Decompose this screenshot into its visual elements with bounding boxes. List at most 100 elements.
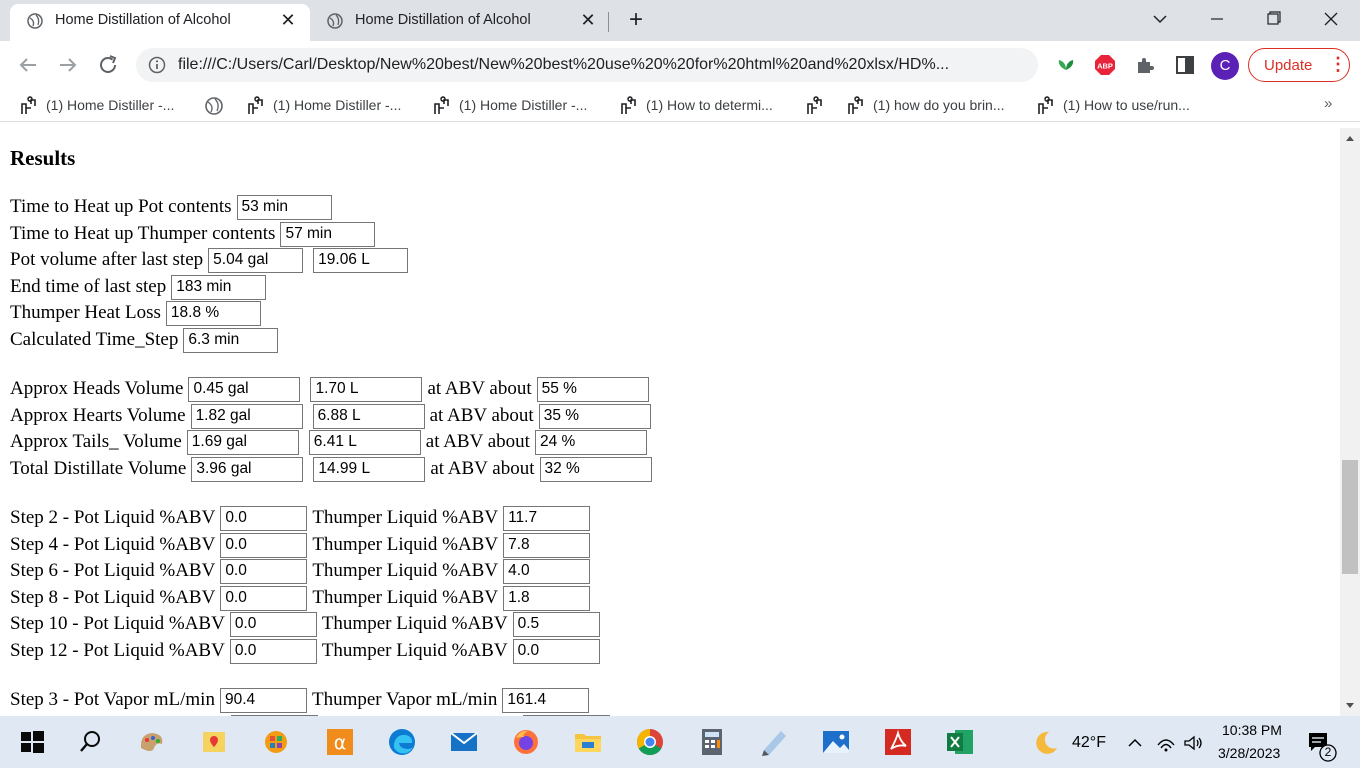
liquid-step-row: Step 2 - Pot Liquid %ABV 0.0 Thumper Liq… <box>10 505 595 531</box>
mail-icon[interactable] <box>446 724 482 760</box>
maps-icon[interactable] <box>196 724 232 760</box>
chrome-icon[interactable] <box>632 724 668 760</box>
heads-liters-field[interactable]: 1.70 L <box>310 376 423 402</box>
vapor-step-row: Step 3 - Pot Vapor mL/min 90.4 Thumper V… <box>10 687 594 713</box>
pot-abv-field[interactable]: 0.0 <box>220 585 308 611</box>
scroll-up-arrow-icon[interactable] <box>1346 136 1354 141</box>
chevron-up-icon[interactable] <box>1124 733 1146 753</box>
reload-icon[interactable] <box>94 51 122 79</box>
globe-icon <box>327 13 343 29</box>
minimize-icon[interactable] <box>1202 6 1232 32</box>
time-step-field[interactable]: 6.3 min <box>183 327 279 353</box>
update-button[interactable]: Update ⋮ <box>1248 48 1350 82</box>
extensions-puzzle-icon[interactable] <box>1134 54 1156 76</box>
side-panel-icon[interactable] <box>1174 54 1196 76</box>
thumper-abv-field[interactable]: 4.0 <box>503 558 591 584</box>
profile-avatar[interactable]: C <box>1211 52 1239 80</box>
distiller-icon <box>434 96 449 114</box>
thumper-abv-field[interactable]: 11.7 <box>503 505 591 531</box>
tails-abv-field[interactable]: 24 % <box>534 429 647 455</box>
extension-leaf-icon[interactable] <box>1055 54 1077 76</box>
games-icon[interactable] <box>258 724 294 760</box>
photos-icon[interactable] <box>818 724 854 760</box>
restore-icon[interactable] <box>1258 6 1288 32</box>
heat-thumper-time-field[interactable]: 57 min <box>280 221 376 247</box>
paint-icon[interactable] <box>134 724 170 760</box>
pot-volume-gal-field[interactable]: 5.04 gal <box>208 247 304 273</box>
pot-abv-field[interactable]: 0.0 <box>229 638 317 664</box>
notepad-icon[interactable] <box>756 724 792 760</box>
scroll-down-arrow-icon[interactable] <box>1346 703 1354 708</box>
browser-toolbar: file:///C:/Users/Carl/Desktop/New%20best… <box>0 41 1360 89</box>
pot-vapor-field[interactable]: 90.4 <box>219 687 307 713</box>
adblock-plus-icon[interactable]: ABP <box>1094 54 1116 76</box>
close-icon[interactable]: ✕ <box>578 10 598 30</box>
globe-icon <box>27 13 43 29</box>
info-icon[interactable] <box>148 56 166 74</box>
address-text: file:///C:/Users/Carl/Desktop/New%20best… <box>178 56 950 73</box>
calculator-icon[interactable] <box>694 724 730 760</box>
firefox-icon[interactable] <box>508 724 544 760</box>
tails-gal-field[interactable]: 1.69 gal <box>186 429 299 455</box>
scroll-thumb[interactable] <box>1342 460 1358 574</box>
forward-icon[interactable] <box>54 51 82 79</box>
update-label: Update <box>1264 57 1313 74</box>
file-explorer-icon[interactable] <box>570 724 606 760</box>
start-icon[interactable] <box>14 724 50 760</box>
page-scrollbar[interactable] <box>1340 128 1360 716</box>
pot-abv-field[interactable]: 0.0 <box>220 505 308 531</box>
summary-row: End time of last step 183 min <box>10 274 271 300</box>
heads-abv-field[interactable]: 55 % <box>536 376 649 402</box>
tab-home-distillation-1[interactable]: Home Distillation of Alcohol ✕ <box>10 4 310 41</box>
summary-row: Thumper Heat Loss 18.8 % <box>10 300 266 326</box>
volume-icon[interactable] <box>1182 733 1204 753</box>
volume-row-tails: Approx Tails_ Volume 1.69 gal 6.41 L at … <box>10 429 652 455</box>
acrobat-icon[interactable] <box>880 724 916 760</box>
close-icon[interactable]: ✕ <box>278 10 298 30</box>
liquid-step-row: Step 12 - Pot Liquid %ABV 0.0 Thumper Li… <box>10 638 605 664</box>
back-icon[interactable] <box>14 51 42 79</box>
hearts-liters-field[interactable]: 6.88 L <box>312 403 425 429</box>
end-time-field[interactable]: 183 min <box>171 274 267 300</box>
bookmarks-overflow-button[interactable]: » <box>1324 95 1332 112</box>
thumper-vapor-field[interactable]: 161.4 <box>502 687 590 713</box>
address-bar[interactable]: file:///C:/Users/Carl/Desktop/New%20best… <box>136 48 1038 82</box>
total-gal-field[interactable]: 3.96 gal <box>191 456 304 482</box>
total-abv-field[interactable]: 32 % <box>539 456 652 482</box>
excel-icon[interactable] <box>942 724 978 760</box>
pot-volume-liters-field[interactable]: 19.06 L <box>313 247 409 273</box>
edge-icon[interactable] <box>384 724 420 760</box>
tab-home-distillation-2[interactable]: Home Distillation of Alcohol ✕ <box>310 4 610 41</box>
clock-time[interactable]: 10:38 PM <box>1222 722 1282 738</box>
heat-pot-time-field[interactable]: 53 min <box>236 194 332 220</box>
clock-date[interactable]: 3/28/2023 <box>1218 745 1280 761</box>
weather-temperature[interactable]: 42°F <box>1072 734 1106 752</box>
pot-abv-field[interactable]: 0.0 <box>220 532 308 558</box>
alpha-icon[interactable]: α <box>322 724 358 760</box>
wifi-icon[interactable] <box>1155 733 1177 753</box>
thumper-abv-field[interactable]: 0.0 <box>512 638 600 664</box>
heads-gal-field[interactable]: 0.45 gal <box>188 376 301 402</box>
thumper-abv-field[interactable]: 7.8 <box>503 532 591 558</box>
hearts-gal-field[interactable]: 1.82 gal <box>190 403 303 429</box>
hearts-abv-field[interactable]: 35 % <box>538 403 651 429</box>
total-liters-field[interactable]: 14.99 L <box>313 456 426 482</box>
thumper-heat-loss-field[interactable]: 18.8 % <box>165 300 261 326</box>
globe-icon <box>205 97 223 115</box>
window-close-icon[interactable] <box>1316 6 1346 32</box>
liquid-step-row: Step 6 - Pot Liquid %ABV 0.0 Thumper Liq… <box>10 558 595 584</box>
svg-text:α: α <box>334 732 347 754</box>
menu-dots-icon[interactable]: ⋮ <box>1329 54 1347 75</box>
distiller-icon <box>621 96 636 114</box>
tails-liters-field[interactable]: 6.41 L <box>308 429 421 455</box>
tab-search-chevron-icon[interactable] <box>1145 6 1175 32</box>
new-tab-button[interactable]: + <box>624 8 648 32</box>
thumper-abv-field[interactable]: 0.5 <box>512 611 600 637</box>
weather-moon-icon[interactable] <box>1030 728 1060 758</box>
pot-abv-field[interactable]: 0.0 <box>229 611 317 637</box>
thumper-abv-field[interactable]: 1.8 <box>503 585 591 611</box>
search-icon[interactable] <box>72 724 108 760</box>
pot-abv-field[interactable]: 0.0 <box>220 558 308 584</box>
notification-count: 2 <box>1324 745 1332 759</box>
abp-label: ABP <box>1097 62 1113 71</box>
